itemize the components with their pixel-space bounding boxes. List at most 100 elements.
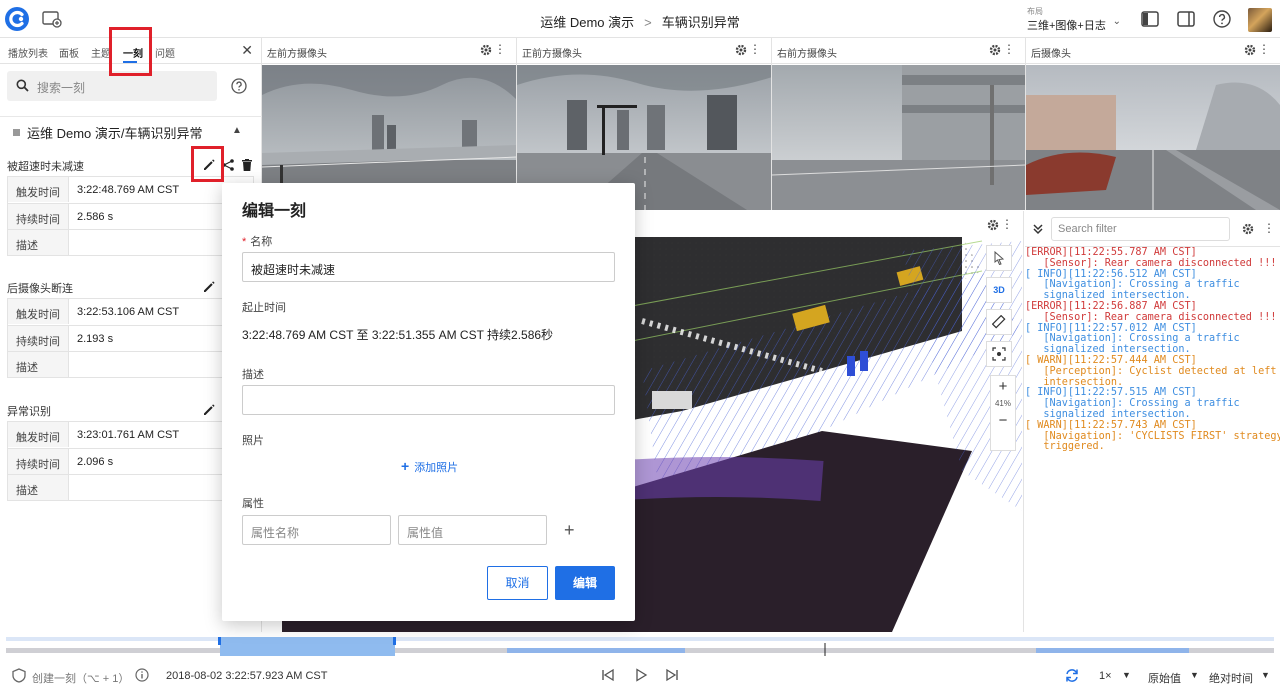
help-icon[interactable] bbox=[1213, 10, 1231, 28]
gear-icon[interactable] bbox=[1242, 223, 1254, 235]
add-attribute-plus-icon[interactable]: + bbox=[564, 520, 575, 541]
required-mark: * bbox=[242, 236, 247, 248]
row-key: 持续时间 bbox=[8, 326, 69, 351]
moment-segment[interactable] bbox=[1036, 648, 1189, 653]
info-icon[interactable] bbox=[135, 668, 149, 682]
filter-placeholder: Search filter bbox=[1058, 223, 1117, 235]
caret-down-icon: ▼ bbox=[1261, 670, 1270, 680]
breadcrumb-project[interactable]: 运维 Demo 演示 bbox=[540, 15, 634, 30]
row-value: 3:22:53.106 AM CST bbox=[77, 306, 180, 318]
table-row: 持续时间 2.586 s bbox=[8, 203, 253, 229]
log-line: [Perception]: Cyclist detected at left bbox=[1025, 365, 1277, 377]
project-title: 运维 Demo 演示/车辆识别异常 bbox=[27, 126, 203, 141]
shield-icon bbox=[12, 668, 26, 683]
more-vertical-icon[interactable]: ⋮ bbox=[749, 42, 761, 56]
table-row: 持续时间 2.096 s bbox=[8, 448, 253, 474]
log-header: Search filter ⋮ bbox=[1025, 211, 1280, 247]
timeline[interactable] bbox=[0, 632, 1280, 656]
moment-details-table: 触发时间 3:22:48.769 AM CST 持续时间 2.586 s 描述 bbox=[7, 176, 254, 256]
range-value: 3:22:48.769 AM CST 至 3:22:51.355 AM CST … bbox=[242, 328, 554, 342]
tab-issues[interactable]: 问题 bbox=[155, 45, 175, 60]
edit-pencil-icon[interactable] bbox=[202, 403, 216, 417]
time-mode-select[interactable]: 绝对时间 bbox=[1209, 670, 1253, 686]
tab-panels[interactable]: 面板 bbox=[59, 45, 79, 60]
zoom-out-button[interactable]: − bbox=[991, 410, 1015, 432]
cancel-button[interactable]: 取消 bbox=[487, 566, 548, 600]
help-icon[interactable] bbox=[231, 78, 247, 94]
row-value: 2.193 s bbox=[77, 333, 114, 345]
submit-edit-button[interactable]: 编辑 bbox=[555, 566, 615, 600]
name-label-text: 名称 bbox=[250, 236, 273, 248]
highlight-box-moments-tab bbox=[109, 27, 152, 76]
collapse-double-chevron-icon[interactable] bbox=[1032, 223, 1044, 235]
add-photo-label: 添加照片 bbox=[414, 462, 459, 474]
moment-name: 被超速时未减速 bbox=[7, 161, 84, 173]
chevron-up-icon[interactable]: ▲ bbox=[232, 125, 242, 136]
more-vertical-icon[interactable]: ⋮ bbox=[1263, 221, 1275, 235]
select-cursor-icon[interactable] bbox=[986, 245, 1012, 271]
tab-playlist[interactable]: 播放列表 bbox=[8, 45, 48, 60]
loop-icon[interactable] bbox=[1064, 668, 1080, 683]
gear-icon[interactable] bbox=[1244, 44, 1256, 56]
search-icon bbox=[16, 79, 29, 92]
gear-icon[interactable] bbox=[989, 44, 1001, 56]
breadcrumb-record[interactable]: 车辆识别异常 bbox=[662, 15, 740, 30]
gear-icon[interactable] bbox=[735, 44, 747, 56]
photo-label: 照片 bbox=[242, 435, 264, 447]
attribute-name-field[interactable]: 属性名称 bbox=[242, 515, 391, 545]
skip-back-icon[interactable] bbox=[601, 668, 615, 682]
focus-frame-icon[interactable] bbox=[986, 341, 1012, 367]
moment-segment[interactable] bbox=[507, 648, 685, 653]
range-handle-start[interactable] bbox=[218, 637, 221, 645]
delete-trash-icon[interactable] bbox=[240, 158, 254, 172]
ruler-icon[interactable] bbox=[986, 309, 1012, 335]
timeline-track-upper bbox=[6, 637, 1274, 641]
attribute-value-field[interactable]: 属性值 bbox=[398, 515, 547, 545]
camera-panel-rear[interactable]: 后摄像头 ⋮ bbox=[1026, 38, 1280, 210]
play-icon[interactable] bbox=[634, 668, 648, 682]
caret-down-icon: ▼ bbox=[1122, 670, 1131, 680]
view-3d-toggle[interactable]: 3D bbox=[986, 277, 1012, 303]
layout-select[interactable]: 布局 三维+图像+日志 ⌄ bbox=[1027, 6, 1127, 33]
selected-moment-range[interactable] bbox=[220, 637, 395, 656]
table-row: 描述 bbox=[8, 351, 253, 377]
toggle-left-sidebar-icon[interactable] bbox=[1141, 10, 1159, 28]
edit-pencil-icon[interactable] bbox=[202, 280, 216, 294]
square-icon bbox=[13, 129, 20, 136]
toggle-right-sidebar-icon[interactable] bbox=[1177, 10, 1195, 28]
log-line: [ WARN][11:22:57.743 AM CST] bbox=[1025, 419, 1197, 431]
camera-panel-right-front[interactable]: 右前方摄像头 ⋮ bbox=[772, 38, 1026, 210]
camera-title: 左前方摄像头 bbox=[267, 49, 327, 60]
user-avatar[interactable] bbox=[1248, 8, 1272, 32]
name-field[interactable]: 被超速时未减速 bbox=[242, 252, 615, 282]
log-line: [Sensor]: Rear camera disconnected !!! bbox=[1025, 311, 1277, 323]
more-vertical-icon[interactable]: ⋮ bbox=[1003, 42, 1015, 56]
more-vertical-icon[interactable]: ⋮ bbox=[1258, 42, 1270, 56]
viewport-toolbar: 3D bbox=[986, 245, 1016, 373]
row-key: 描述 bbox=[8, 475, 69, 500]
value-mode-select[interactable]: 原始值 bbox=[1148, 670, 1181, 686]
row-key: 触发时间 bbox=[8, 177, 69, 202]
zoom-in-button[interactable]: + bbox=[991, 376, 1015, 398]
gear-icon[interactable] bbox=[480, 44, 492, 56]
row-key: 触发时间 bbox=[8, 422, 69, 447]
tab-topics[interactable]: 主题 bbox=[91, 45, 111, 60]
add-photo-button[interactable]: + 添加照片 bbox=[401, 458, 458, 475]
playback-speed-select[interactable]: 1× bbox=[1099, 670, 1112, 682]
caret-down-icon: ▼ bbox=[1190, 670, 1199, 680]
name-field-value: 被超速时未减速 bbox=[251, 263, 336, 277]
description-field[interactable] bbox=[242, 385, 615, 415]
more-vertical-icon[interactable]: ⋮ bbox=[494, 42, 506, 56]
log-filter-input[interactable]: Search filter bbox=[1051, 217, 1230, 241]
skip-forward-icon[interactable] bbox=[665, 668, 679, 682]
project-group[interactable]: 运维 Demo 演示/车辆识别异常 ▲ bbox=[0, 116, 262, 146]
row-key: 描述 bbox=[8, 352, 69, 377]
close-icon[interactable]: ✕ bbox=[241, 42, 253, 59]
camera-image bbox=[1026, 65, 1280, 210]
create-moment-button[interactable]: 创建一刻（⌥ + 1） bbox=[32, 670, 129, 686]
log-line: [Sensor]: Rear camera disconnected !!! bbox=[1025, 257, 1277, 269]
top-bar: 运维 Demo 演示 > 车辆识别异常 布局 三维+图像+日志 ⌄ bbox=[0, 0, 1280, 38]
range-handle-end[interactable] bbox=[393, 637, 396, 645]
moment-name: 异常识别 bbox=[7, 406, 51, 418]
log-panel: Search filter ⋮ [ERROR][11:22:55.787 AM … bbox=[1025, 211, 1280, 632]
